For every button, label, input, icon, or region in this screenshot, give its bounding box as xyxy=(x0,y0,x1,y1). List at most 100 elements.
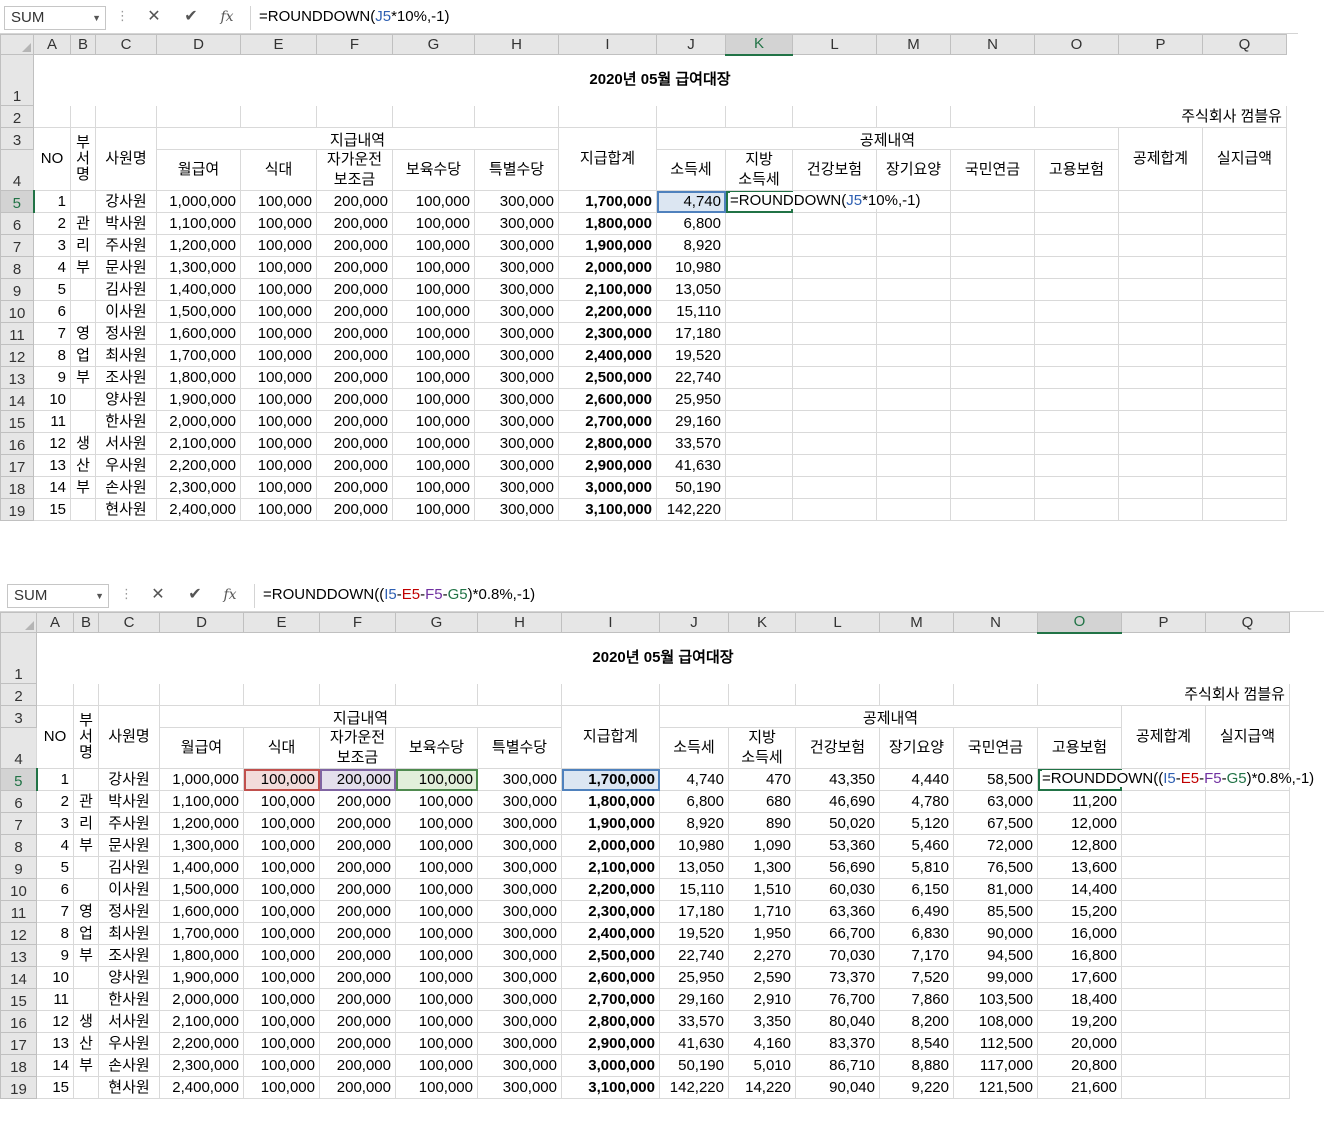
cell-pension[interactable]: 117,000 xyxy=(953,1054,1038,1077)
cell-car[interactable]: 200,000 xyxy=(316,432,393,455)
cell-meal[interactable]: 100,000 xyxy=(240,278,317,301)
row-header-10[interactable]: 10 xyxy=(0,300,34,323)
row-header-18[interactable]: 18 xyxy=(0,1054,37,1077)
cell-total[interactable]: 1,700,000 xyxy=(561,768,660,791)
cell-no[interactable]: 3 xyxy=(36,812,74,835)
cell-special[interactable]: 300,000 xyxy=(477,790,562,813)
enter-icon[interactable]: ✔ xyxy=(180,7,202,27)
cell-empty[interactable] xyxy=(725,300,793,323)
cell[interactable] xyxy=(950,105,1035,128)
cell-special[interactable]: 300,000 xyxy=(474,190,559,213)
row-header-15[interactable]: 15 xyxy=(0,410,34,433)
cell-ltc[interactable]: 6,490 xyxy=(879,900,954,923)
cell-no[interactable]: 6 xyxy=(33,300,71,323)
cell-empty[interactable] xyxy=(950,476,1035,499)
cell-special[interactable]: 300,000 xyxy=(477,966,562,989)
cell-child[interactable]: 100,000 xyxy=(392,366,475,389)
cell-name[interactable]: 주사원 xyxy=(95,234,157,257)
cell-empty[interactable] xyxy=(1121,1032,1206,1055)
cell-dept[interactable] xyxy=(73,966,99,989)
cell-empty[interactable] xyxy=(1034,388,1119,411)
cell-car[interactable]: 200,000 xyxy=(316,388,393,411)
cell-tax[interactable]: 142,220 xyxy=(656,498,726,521)
cell-local-tax[interactable]: 2,270 xyxy=(728,944,796,967)
cell[interactable] xyxy=(36,683,74,706)
cell-special[interactable]: 300,000 xyxy=(474,212,559,235)
cell-empty[interactable] xyxy=(950,256,1035,279)
cell-employ[interactable]: 14,400 xyxy=(1037,878,1122,901)
row-header-17[interactable]: 17 xyxy=(0,1032,37,1055)
cell-dept[interactable]: 리 xyxy=(70,234,96,257)
cell-salary[interactable]: 2,300,000 xyxy=(156,476,241,499)
row-header-9[interactable]: 9 xyxy=(0,856,37,879)
cell-empty[interactable] xyxy=(1202,344,1287,367)
cell-special[interactable]: 300,000 xyxy=(477,900,562,923)
column-header-d[interactable]: D xyxy=(159,612,244,633)
cell-child[interactable]: 100,000 xyxy=(392,212,475,235)
cell-empty[interactable] xyxy=(1205,878,1290,901)
cell-tax[interactable]: 50,190 xyxy=(659,1054,729,1077)
cell-tax[interactable]: 41,630 xyxy=(656,454,726,477)
header-dept[interactable]: 부서명 xyxy=(70,127,96,191)
cell-dept[interactable] xyxy=(70,278,96,301)
cell-tax[interactable]: 50,190 xyxy=(656,476,726,499)
cell-health[interactable]: 46,690 xyxy=(795,790,880,813)
row-header-1[interactable]: 1 xyxy=(0,632,37,684)
cell-name[interactable]: 김사원 xyxy=(95,278,157,301)
cell-total[interactable]: 2,600,000 xyxy=(561,966,660,989)
cell-tax[interactable]: 33,570 xyxy=(656,432,726,455)
cell-empty[interactable] xyxy=(876,322,951,345)
cell-no[interactable]: 14 xyxy=(33,476,71,499)
cell-no[interactable]: 11 xyxy=(33,410,71,433)
cell-salary[interactable]: 1,100,000 xyxy=(156,212,241,235)
cell-salary[interactable]: 1,500,000 xyxy=(156,300,241,323)
cell-pension[interactable]: 103,500 xyxy=(953,988,1038,1011)
cell[interactable] xyxy=(156,105,241,128)
column-header-j[interactable]: J xyxy=(656,34,726,55)
cell-car[interactable]: 200,000 xyxy=(316,190,393,213)
row-header-12[interactable]: 12 xyxy=(0,922,37,945)
cell-employ-editing[interactable]: =ROUNDDOWN((I5-E5-F5-G5)*0.8%,-1) xyxy=(1037,768,1317,791)
cell-no[interactable]: 9 xyxy=(33,366,71,389)
row-header-7[interactable]: 7 xyxy=(0,812,37,835)
cell-employ[interactable]: 16,800 xyxy=(1037,944,1122,967)
cell-health[interactable]: 70,030 xyxy=(795,944,880,967)
cell-employ[interactable]: 21,600 xyxy=(1037,1076,1122,1099)
cell-local-tax[interactable]: 1,710 xyxy=(728,900,796,923)
cell-health[interactable]: 83,370 xyxy=(795,1032,880,1055)
cell-total[interactable]: 3,000,000 xyxy=(558,476,657,499)
cell-total[interactable]: 1,800,000 xyxy=(558,212,657,235)
cell-special[interactable]: 300,000 xyxy=(477,768,562,791)
cell-no[interactable]: 5 xyxy=(33,278,71,301)
header-child[interactable]: 보육수당 xyxy=(395,727,478,769)
cell-car[interactable]: 200,000 xyxy=(316,300,393,323)
cell-salary[interactable]: 1,100,000 xyxy=(159,790,244,813)
header-health[interactable]: 건강보험 xyxy=(795,727,880,769)
cell-empty[interactable] xyxy=(792,388,877,411)
cell-empty[interactable] xyxy=(725,256,793,279)
row-header-10[interactable]: 10 xyxy=(0,878,37,901)
cell-empty[interactable] xyxy=(792,256,877,279)
cell-child[interactable]: 100,000 xyxy=(392,300,475,323)
sheet-title[interactable]: 2020년 05월 급여대장 xyxy=(33,54,1287,106)
cell-no[interactable]: 8 xyxy=(33,344,71,367)
cell-empty[interactable] xyxy=(1205,834,1290,857)
cell-meal[interactable]: 100,000 xyxy=(243,966,320,989)
cell-name[interactable]: 이사원 xyxy=(95,300,157,323)
header-tax[interactable]: 소득세 xyxy=(656,149,726,191)
header-salary[interactable]: 월급여 xyxy=(159,727,244,769)
cell-health[interactable]: 43,350 xyxy=(795,768,880,791)
row-header-13[interactable]: 13 xyxy=(0,944,37,967)
cell-no[interactable]: 13 xyxy=(33,454,71,477)
column-header-p[interactable]: P xyxy=(1121,612,1206,633)
row-header-13[interactable]: 13 xyxy=(0,366,34,389)
cell-tax[interactable]: 10,980 xyxy=(656,256,726,279)
cell-pension[interactable]: 99,000 xyxy=(953,966,1038,989)
cell-meal[interactable]: 100,000 xyxy=(243,790,320,813)
cell-empty[interactable] xyxy=(1205,1054,1290,1077)
cell-child[interactable]: 100,000 xyxy=(395,790,478,813)
column-header-h[interactable]: H xyxy=(477,612,562,633)
cell-local-tax[interactable]: 1,300 xyxy=(728,856,796,879)
cell-salary[interactable]: 1,300,000 xyxy=(159,834,244,857)
column-header-g[interactable]: G xyxy=(395,612,478,633)
